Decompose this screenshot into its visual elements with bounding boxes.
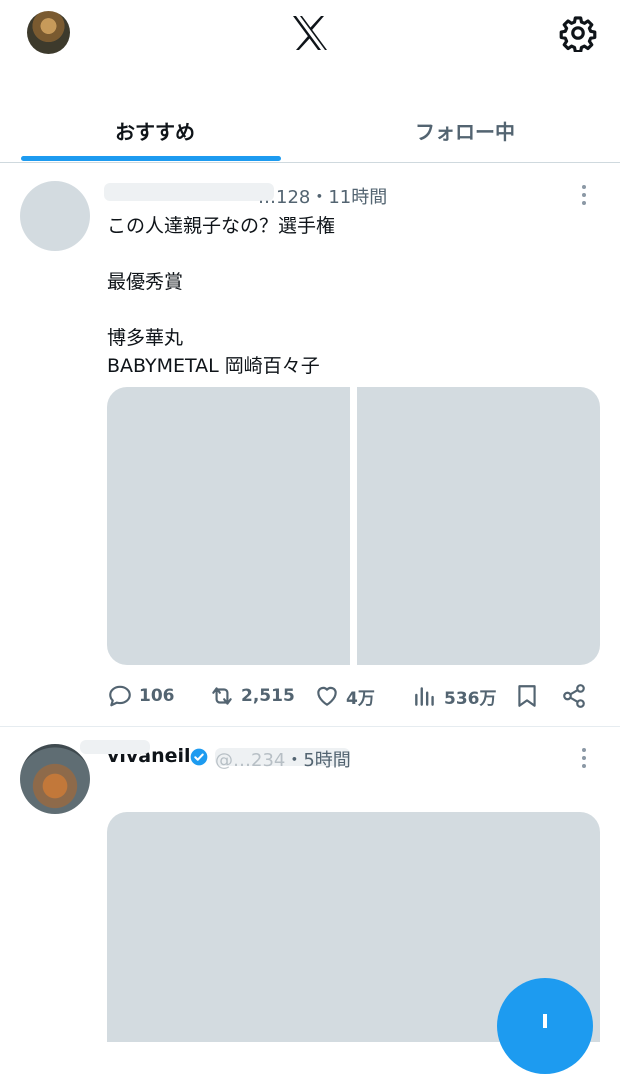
tabs-divider: [0, 162, 620, 163]
views-chart-icon: [415, 687, 434, 706]
redacted-name-blur: [104, 183, 274, 201]
heart-icon: [317, 686, 337, 706]
tab-recommended[interactable]: おすすめ: [0, 100, 310, 160]
tweet-author-avatar[interactable]: [20, 744, 90, 814]
settings-gear-icon[interactable]: [559, 14, 597, 52]
tab-recommended-label: おすすめ: [115, 119, 195, 144]
reply-button[interactable]: 106: [107, 682, 175, 710]
tab-following-label: フォロー中: [415, 119, 515, 144]
tweet-text-line: 最優秀賞: [107, 271, 184, 293]
verified-badge-icon: [190, 748, 208, 766]
tweet-handle: …128・11時間: [258, 187, 388, 208]
share-icon[interactable]: [561, 683, 587, 709]
retweet-icon: [212, 687, 232, 705]
like-count: 4万: [346, 688, 375, 709]
x-logo-icon[interactable]: [291, 15, 329, 51]
retweet-button[interactable]: 2,515: [209, 682, 295, 710]
tweet-text-line: 博多華丸: [107, 327, 184, 349]
reply-icon: [109, 685, 131, 707]
tab-following[interactable]: フォロー中: [310, 100, 620, 160]
views-button[interactable]: 536万: [412, 682, 497, 710]
retweet-count: 2,515: [241, 686, 295, 706]
tweet-text-line: [107, 240, 335, 268]
tweet-time: ・11時間: [310, 187, 388, 208]
tweet-image-2[interactable]: [357, 387, 600, 665]
tweet-text-line: [107, 296, 335, 324]
tweet-text: この人達親子なの？選手権 最優秀賞 博多華丸 BABYMETAL 岡崎百々子: [107, 212, 335, 380]
tweet-handle: @…234・5時間: [215, 750, 351, 771]
profile-avatar[interactable]: [27, 11, 70, 54]
tweet-author-avatar[interactable]: [20, 181, 90, 251]
more-options-icon[interactable]: [580, 185, 588, 209]
plus-icon: [535, 1014, 555, 1028]
tweet-text-line: BABYMETAL 岡崎百々子: [107, 355, 320, 377]
views-count: 536万: [444, 688, 497, 709]
bookmark-icon[interactable]: [514, 683, 540, 709]
tweet-divider: [0, 726, 620, 727]
tweet-time: ・5時間: [285, 750, 351, 771]
more-options-icon[interactable]: [580, 748, 588, 772]
active-tab-indicator: [21, 156, 281, 161]
like-button[interactable]: 4万: [314, 682, 375, 710]
tweet-image-1[interactable]: [107, 387, 350, 665]
reply-count: 106: [139, 686, 175, 706]
tweet-text-line: この人達親子なの？選手権: [107, 215, 336, 237]
redacted-name-blur: [80, 740, 150, 754]
